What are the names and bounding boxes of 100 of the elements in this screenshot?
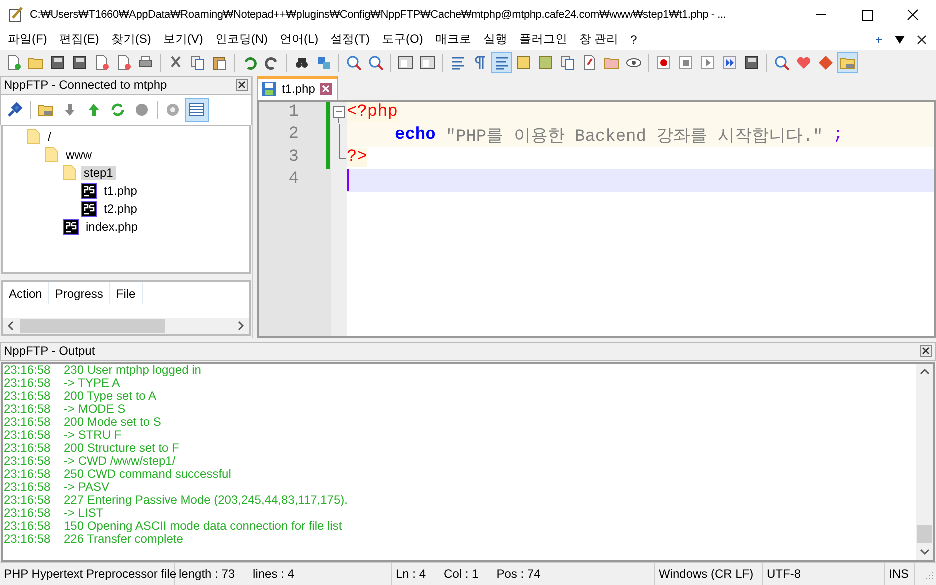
scroll-right-icon[interactable]	[236, 320, 246, 331]
note-icon	[516, 54, 532, 71]
fast-forward-icon	[722, 54, 738, 71]
log-message: -> LIST	[64, 506, 104, 520]
line-number: 4	[288, 169, 299, 192]
panel-title: NppFTP - Output	[4, 344, 96, 358]
log-message: 200 Structure set to F	[64, 442, 180, 455]
zoom-out-icon	[368, 54, 384, 71]
redo-icon	[264, 54, 280, 71]
window-icon	[420, 54, 436, 71]
log-time: 23:16:58	[3, 428, 52, 442]
status-text: Pos : 74	[496, 567, 541, 582]
menu-item[interactable]: 실행	[477, 31, 514, 48]
stop-icon	[134, 102, 150, 118]
tree-item[interactable]: t2.php	[101, 202, 140, 216]
log-time: 23:16:58	[3, 390, 52, 403]
close-icon[interactable]	[916, 34, 928, 46]
status-text: PHP Hypertext Preprocessor file	[4, 567, 177, 582]
download-icon	[62, 102, 78, 118]
plug-icon	[7, 102, 23, 118]
pages-icon	[560, 54, 576, 71]
log-message: -> MODE S	[64, 402, 126, 416]
panel-title: NppFTP - Connected to mtphp	[4, 78, 168, 92]
column-header[interactable]: Progress	[49, 282, 110, 304]
log-time: 23:16:58	[3, 520, 52, 533]
menu-item[interactable]: 파일(F)	[2, 31, 54, 48]
close-file-icon	[94, 54, 110, 71]
code-token: echo	[395, 126, 436, 145]
indent-guide-icon	[494, 54, 510, 71]
upload-icon	[86, 102, 102, 118]
menu-item[interactable]: 도구(O)	[376, 31, 430, 48]
tree-item[interactable]: index.php	[83, 220, 142, 234]
status-text: Col : 1	[444, 567, 479, 582]
file-tab[interactable]: t1.php	[257, 76, 338, 100]
log-time: 23:16:58	[3, 364, 52, 377]
php-file-icon	[63, 218, 79, 235]
scrollbar-thumb[interactable]	[917, 525, 932, 544]
plus-icon[interactable]	[874, 34, 884, 45]
log-time: 23:16:58	[3, 376, 52, 390]
menu-item[interactable]: 플러그인	[513, 31, 574, 48]
line-number: 1	[288, 102, 299, 124]
log-message: -> STRU F	[64, 428, 122, 442]
status-text: Ln : 4	[396, 567, 426, 582]
play-icon	[700, 54, 716, 71]
close-icon[interactable]	[920, 345, 932, 358]
log-message: 227 Entering Passive Mode (203,245,44,83,117,175).	[64, 494, 348, 507]
paste-icon	[212, 54, 228, 71]
log-message: 150 Opening ASCII mode data connection for file list	[64, 520, 342, 533]
close-icon[interactable]	[236, 79, 248, 92]
toolbar-button[interactable]	[185, 98, 209, 122]
log-time: 23:16:58	[3, 442, 52, 455]
refresh-icon	[110, 102, 126, 118]
status-text: Windows (CR LF)	[659, 567, 754, 582]
menu-item[interactable]: 편집(E)	[53, 31, 106, 48]
horizontal-scrollbar[interactable]	[3, 318, 249, 334]
save-all-icon	[72, 54, 88, 71]
column-header[interactable]: Action	[3, 282, 50, 304]
menu-item[interactable]: 찾기(S)	[105, 31, 158, 48]
menu-item[interactable]: 매크로	[429, 31, 478, 48]
stop-icon	[678, 54, 694, 71]
record-icon	[656, 54, 672, 71]
vertical-scrollbar[interactable]	[916, 364, 933, 560]
code-token: <?php	[347, 103, 398, 122]
menu-item[interactable]: ?	[624, 32, 644, 47]
tree-item[interactable]: /	[45, 130, 54, 144]
new-file-icon	[6, 54, 22, 71]
text-cursor	[347, 169, 349, 192]
menu-item[interactable]: 보기(V)	[157, 31, 210, 48]
menu-item[interactable]: 언어(L)	[274, 31, 325, 48]
wrap-icon	[450, 54, 466, 71]
log-time: 23:16:58	[3, 532, 52, 546]
folder-icon	[45, 146, 59, 163]
column-header[interactable]: File	[110, 282, 143, 304]
zoom-in-icon	[346, 54, 362, 71]
save-icon	[261, 81, 277, 98]
code-editor[interactable]: 1 2 3 4 <?php echo "PHP를 이용한 Backend 강좌를 시작합니다." ; ?>	[257, 100, 936, 338]
menu-item[interactable]: 인코딩(N)	[209, 31, 274, 48]
log-time: 23:16:58	[3, 416, 52, 429]
settings-icon	[165, 102, 181, 118]
resize-grip-icon[interactable]	[924, 569, 934, 580]
dropdown-caret-icon[interactable]	[894, 34, 906, 45]
scroll-up-icon[interactable]	[920, 366, 930, 377]
document-icon	[582, 54, 598, 71]
php-file-icon	[81, 182, 97, 199]
log-message: 250 CWD command successful	[64, 468, 232, 481]
menu-item[interactable]: 창 관리	[573, 31, 625, 48]
scroll-down-icon[interactable]	[920, 547, 930, 558]
log-time: 23:16:58	[3, 506, 52, 520]
code-token: ;	[833, 126, 844, 145]
status-text: UTF-8	[767, 567, 801, 582]
scroll-left-icon[interactable]	[6, 320, 16, 331]
line-number: 2	[288, 124, 299, 146]
table-icon	[189, 102, 205, 118]
tree-item[interactable]: step1	[81, 166, 116, 180]
menu-item[interactable]: 설정(T)	[324, 31, 376, 48]
log-message: -> PASV	[64, 480, 110, 494]
log-message: 200 Mode set to S	[64, 416, 162, 429]
tree-item[interactable]: t1.php	[101, 184, 140, 198]
tree-item[interactable]: www	[63, 148, 95, 162]
log-message: 200 Type set to A	[64, 390, 157, 403]
